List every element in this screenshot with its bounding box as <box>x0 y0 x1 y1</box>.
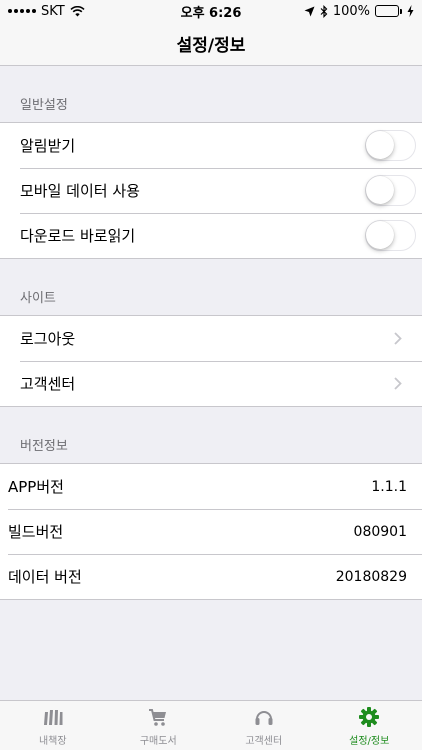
setting-row-notifications: 알림받기 <box>0 123 422 168</box>
toggle-knob <box>366 176 394 204</box>
notifications-toggle[interactable] <box>365 130 416 161</box>
app-version-label: APP버전 <box>8 478 64 496</box>
headset-icon <box>255 711 273 725</box>
tab-bookshelf[interactable]: 내책장 <box>0 701 106 750</box>
gear-icon <box>359 707 380 727</box>
bluetooth-icon <box>320 4 328 18</box>
settings-content: 일반설정 알림받기 모바일 데이터 사용 다운로드 바로읽기 사이트 로그아웃 … <box>0 66 422 600</box>
version-info-group: APP버전 1.1.1 빌드버전 080901 데이터 버전 20180829 <box>0 463 422 600</box>
tab-label: 고객센터 <box>245 736 283 747</box>
section-header-version: 버전정보 <box>20 439 68 454</box>
chevron-right-icon <box>394 332 402 345</box>
app-version-value: 1.1.1 <box>371 478 407 495</box>
location-arrow-icon <box>304 6 315 16</box>
download-read-toggle[interactable] <box>365 220 416 251</box>
build-version-value: 080901 <box>353 523 407 540</box>
tab-label: 내책장 <box>38 736 67 747</box>
charging-bolt-icon <box>407 5 414 17</box>
tab-purchased-books[interactable]: 구매도서 <box>106 701 212 750</box>
customer-center-label: 고객센터 <box>20 375 76 393</box>
build-version-row: 빌드버전 080901 <box>0 509 422 554</box>
setting-label: 모바일 데이터 사용 <box>20 182 140 200</box>
navigation-bar: 설정/정보 <box>0 22 422 66</box>
mobile-data-toggle[interactable] <box>365 175 416 206</box>
tab-customer-center[interactable]: 고객센터 <box>211 701 317 750</box>
logout-row[interactable]: 로그아웃 <box>0 316 422 361</box>
bookshelf-icon <box>43 710 63 725</box>
setting-label: 다운로드 바로읽기 <box>20 227 136 245</box>
status-left: SKT <box>8 4 85 19</box>
section-header-general: 일반설정 <box>20 98 68 113</box>
tab-bar: 내책장 구매도서 고객센터 설정/정보 <box>0 700 422 750</box>
section-header-site: 사이트 <box>20 291 56 306</box>
setting-row-mobile-data: 모바일 데이터 사용 <box>0 168 422 213</box>
page-title: 설정/정보 <box>176 36 246 56</box>
chevron-right-icon <box>394 377 402 390</box>
setting-row-download-read: 다운로드 바로읽기 <box>0 213 422 258</box>
logout-label: 로그아웃 <box>20 330 76 348</box>
tab-label: 설정/정보 <box>349 736 390 747</box>
site-group: 로그아웃 고객센터 <box>0 315 422 407</box>
setting-label: 알림받기 <box>20 137 76 155</box>
build-version-label: 빌드버전 <box>8 523 64 541</box>
toggle-knob <box>366 221 394 249</box>
battery-percent: 100% <box>332 3 370 19</box>
signal-strength-icon <box>8 9 36 13</box>
app-version-row: APP버전 1.1.1 <box>0 464 422 509</box>
general-settings-group: 알림받기 모바일 데이터 사용 다운로드 바로읽기 <box>0 122 422 259</box>
status-bar: SKT 오후 6:26 100% <box>0 0 422 22</box>
status-right: 100% <box>304 4 414 19</box>
data-version-label: 데이터 버전 <box>8 568 82 586</box>
data-version-row: 데이터 버전 20180829 <box>0 554 422 599</box>
carrier-label: SKT <box>41 3 65 19</box>
cart-icon <box>149 709 167 726</box>
data-version-value: 20180829 <box>335 568 407 585</box>
wifi-icon <box>70 5 85 16</box>
tab-settings[interactable]: 설정/정보 <box>317 701 422 750</box>
battery-icon <box>375 5 402 17</box>
toggle-knob <box>366 131 394 159</box>
customer-center-row[interactable]: 고객센터 <box>0 361 422 406</box>
tab-label: 구매도서 <box>139 736 177 747</box>
